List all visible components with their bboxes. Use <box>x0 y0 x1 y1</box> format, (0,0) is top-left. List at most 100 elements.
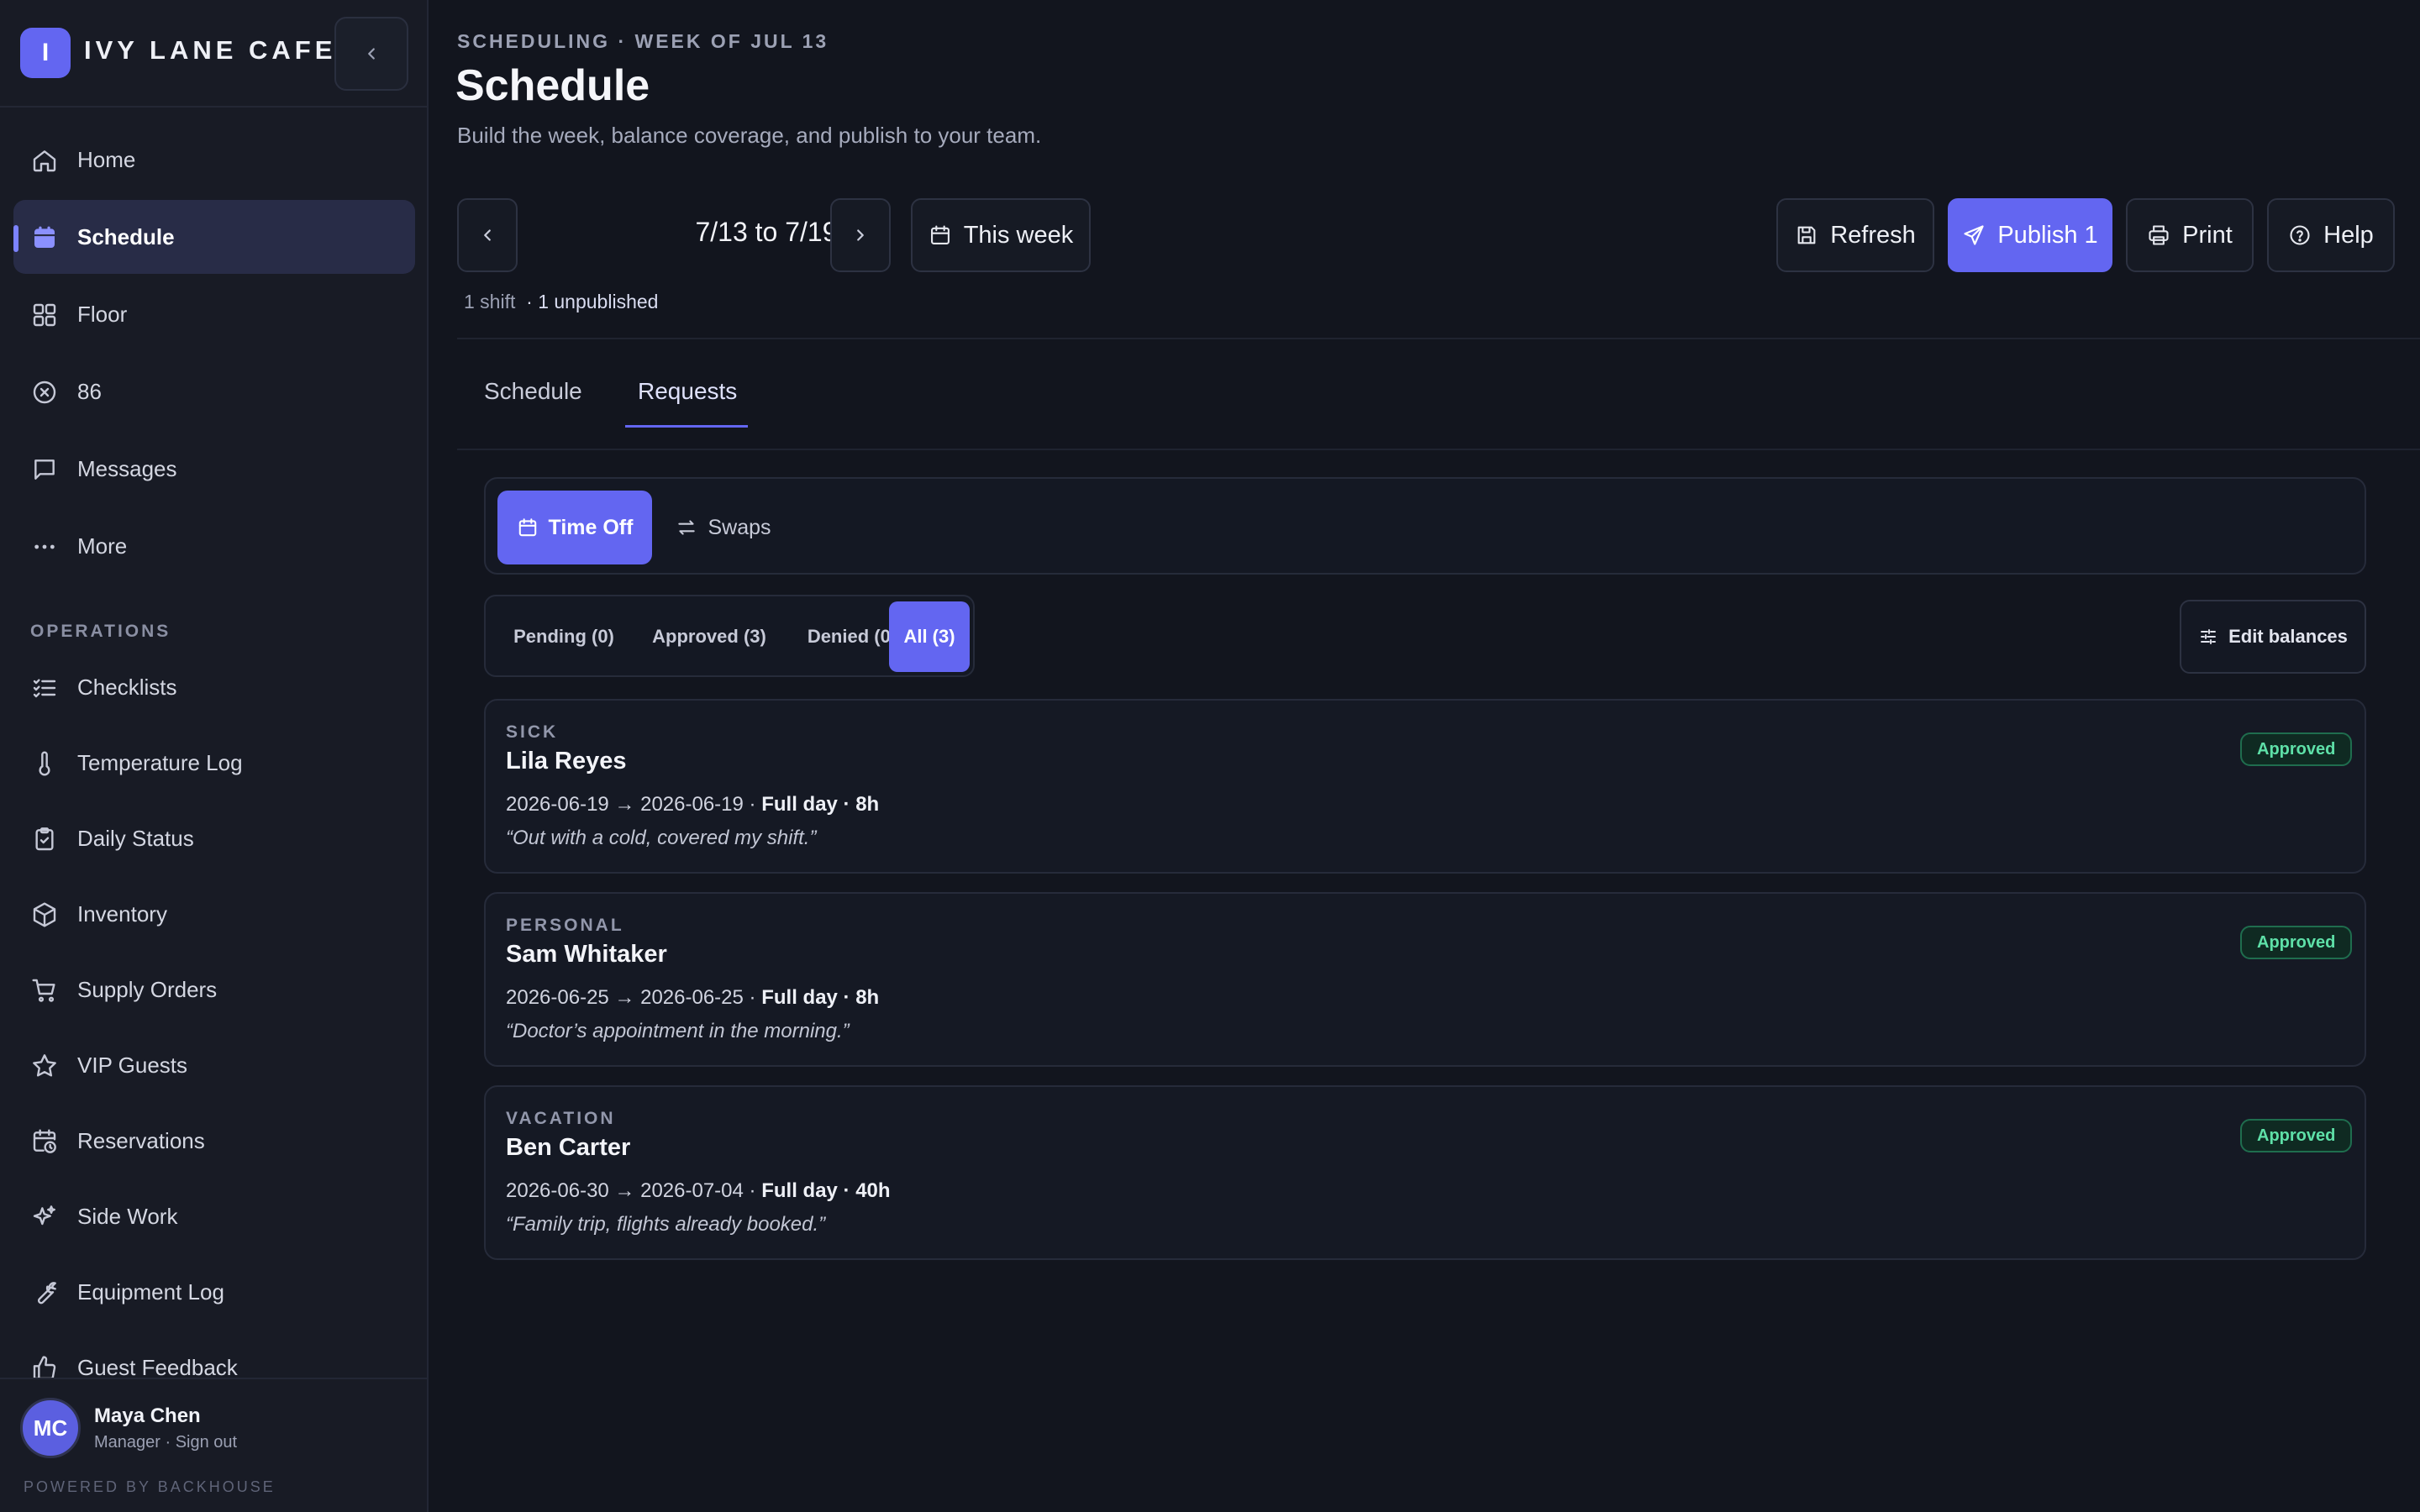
sidebar-item-messages[interactable]: Messages <box>13 432 415 506</box>
tab-requests[interactable]: Requests <box>638 378 737 405</box>
sidebar-item-supply-orders[interactable]: Supply Orders <box>13 953 415 1026</box>
x-circle-icon <box>30 378 59 407</box>
date-range: 2026-06-19 → 2026-06-19 · <box>506 793 762 816</box>
active-tab-indicator <box>625 425 748 428</box>
sidebar-item-home[interactable]: Home <box>13 123 415 197</box>
filter-approved[interactable]: Approved (3) <box>634 601 785 672</box>
sidebar-item-label: Equipment Log <box>77 1278 224 1305</box>
date-range: 2026-06-25 → 2026-06-25 · <box>506 986 762 1009</box>
grid-icon <box>30 301 59 329</box>
print-button[interactable]: Print <box>2126 198 2254 272</box>
sidebar-item-floor[interactable]: Floor <box>13 277 415 351</box>
request-type: SICK <box>506 722 559 742</box>
sidebar-item-inventory[interactable]: Inventory <box>13 877 415 951</box>
request-duration: Full day · 8h <box>761 986 880 1009</box>
calendar-clock-icon <box>30 1127 59 1156</box>
more-icon <box>30 533 59 561</box>
employee-name: Lila Reyes <box>506 748 627 774</box>
breadcrumb: SCHEDULING · WEEK OF JUL 13 <box>457 30 829 52</box>
message-icon <box>30 455 59 484</box>
request-card[interactable]: PERSONAL Sam Whitaker 2026-06-25 → 2026-… <box>484 892 2366 1067</box>
sidebar-item-86[interactable]: 86 <box>13 354 415 428</box>
sidebar-item-schedule[interactable]: Schedule <box>13 200 415 274</box>
request-type: PERSONAL <box>506 916 624 935</box>
home-icon <box>30 146 59 175</box>
this-week-button[interactable]: This week <box>911 198 1091 272</box>
unpublished-count: · 1 unpublished <box>526 291 659 312</box>
sidebar-item-checklists[interactable]: Checklists <box>13 650 415 724</box>
main-content: SCHEDULING · WEEK OF JUL 13 Schedule Bui… <box>430 0 2420 1512</box>
sidebar-item-reservations[interactable]: Reservations <box>13 1104 415 1178</box>
avatar[interactable]: MC <box>20 1398 81 1458</box>
time-off-segment[interactable]: Time Off <box>497 491 652 564</box>
active-indicator <box>13 225 18 252</box>
publish-label: Publish 1 <box>1997 221 2098 249</box>
cart-icon <box>30 976 59 1005</box>
publish-button[interactable]: Publish 1 <box>1948 198 2112 272</box>
time-off-label: Time Off <box>548 515 634 539</box>
brand-name: IVY LANE CAFE <box>84 35 337 65</box>
help-button[interactable]: Help <box>2267 198 2395 272</box>
checklist-icon <box>30 674 59 702</box>
page-title: Schedule <box>455 61 650 110</box>
status-badge: Approved <box>2240 732 2353 766</box>
powered-by: POWERED BY BACKHOUSE <box>24 1478 276 1495</box>
divider <box>457 449 2420 450</box>
sidebar-item-label: Temperature Log <box>77 749 243 775</box>
swaps-segment[interactable]: Swaps <box>669 491 778 564</box>
refresh-button[interactable]: Refresh <box>1776 198 1934 272</box>
sidebar-item-more[interactable]: More <box>13 509 415 583</box>
edit-balances-label: Edit balances <box>2228 626 2348 647</box>
edit-balances-button[interactable]: Edit balances <box>2180 600 2366 674</box>
sidebar-item-label: Inventory <box>77 900 167 927</box>
request-card[interactable]: SICK Lila Reyes 2026-06-19 → 2026-06-19 … <box>484 699 2366 874</box>
request-type-selector: Time Off Swaps <box>484 477 2366 575</box>
chevron-left-icon <box>478 226 497 244</box>
chevron-left-icon <box>362 45 381 63</box>
user-name: Maya Chen <box>94 1404 201 1427</box>
request-dates: 2026-06-30 → 2026-07-04 · Full day · 40h <box>506 1179 891 1203</box>
request-note: “Doctor’s appointment in the morning.” <box>506 1020 850 1042</box>
request-duration: Full day · 8h <box>761 793 880 816</box>
operations-section-label: OPERATIONS <box>30 622 171 641</box>
request-note: “Out with a cold, covered my shift.” <box>506 827 817 849</box>
user-role-signout[interactable]: Manager · Sign out <box>94 1433 237 1452</box>
status-filter-group: Pending (0) Approved (3) Denied (0) All … <box>484 595 975 677</box>
calendar-icon <box>929 223 952 247</box>
sidebar-item-label: Floor <box>77 301 128 327</box>
filter-all[interactable]: All (3) <box>889 601 970 672</box>
collapse-sidebar-button[interactable] <box>334 17 408 91</box>
sidebar-item-temperature-log[interactable]: Temperature Log <box>13 726 415 800</box>
request-dates: 2026-06-25 → 2026-06-25 · Full day · 8h <box>506 986 879 1010</box>
employee-name: Ben Carter <box>506 1134 631 1161</box>
sidebar-item-label: Supply Orders <box>77 976 218 1002</box>
sidebar-item-label: Daily Status <box>77 825 194 851</box>
sidebar: I IVY LANE CAFE Home Schedule Floor 86 M… <box>0 0 429 1512</box>
sidebar-item-equipment-log[interactable]: Equipment Log <box>13 1255 415 1329</box>
sidebar-item-side-work[interactable]: Side Work <box>13 1179 415 1253</box>
status-badge: Approved <box>2240 1119 2353 1152</box>
swap-arrows-icon <box>676 517 697 538</box>
request-dates: 2026-06-19 → 2026-06-19 · Full day · 8h <box>506 793 879 816</box>
employee-name: Sam Whitaker <box>506 941 667 968</box>
schedule-meta: 1 shift · 1 unpublished <box>464 291 658 313</box>
divider <box>457 338 2420 339</box>
brand-header: I IVY LANE CAFE <box>0 0 427 108</box>
request-card[interactable]: VACATION Ben Carter 2026-06-30 → 2026-07… <box>484 1085 2366 1260</box>
filter-pending[interactable]: Pending (0) <box>494 601 634 672</box>
request-type: VACATION <box>506 1109 616 1128</box>
previous-week-button[interactable] <box>457 198 518 272</box>
printer-icon <box>2147 223 2170 247</box>
refresh-label: Refresh <box>1830 221 1916 249</box>
sidebar-item-label: Reservations <box>77 1127 205 1153</box>
next-week-button[interactable] <box>830 198 891 272</box>
sidebar-item-label: Home <box>77 146 136 172</box>
tab-schedule[interactable]: Schedule <box>484 378 582 405</box>
sidebar-item-vip-guests[interactable]: VIP Guests <box>13 1028 415 1102</box>
sidebar-item-label: Side Work <box>77 1203 178 1229</box>
calendar-icon <box>30 223 59 252</box>
calendar-icon <box>517 517 539 538</box>
sidebar-item-daily-status[interactable]: Daily Status <box>13 801 415 875</box>
page-subtitle: Build the week, balance coverage, and pu… <box>457 123 1042 148</box>
help-label: Help <box>2323 221 2374 249</box>
